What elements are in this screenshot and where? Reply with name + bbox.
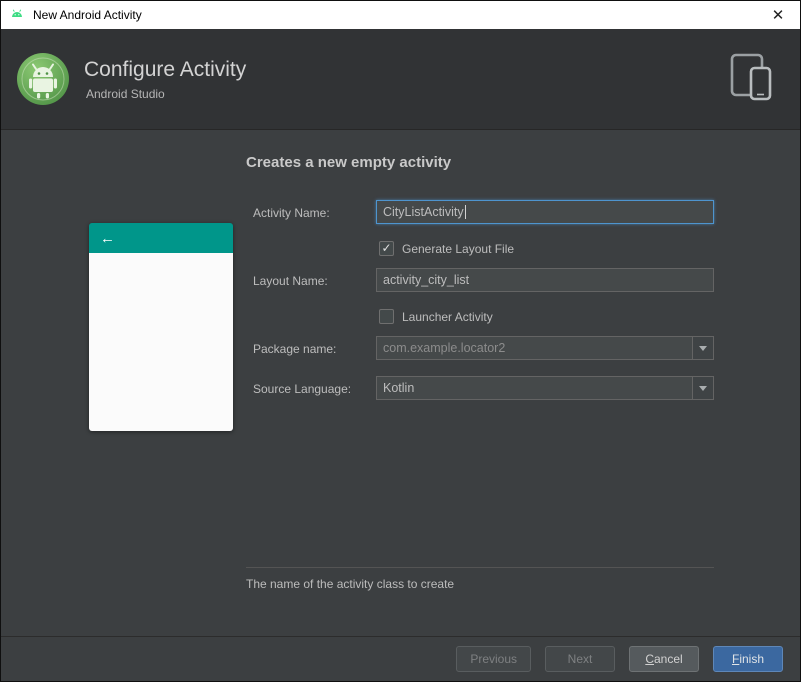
finish-button[interactable]: Finish	[713, 646, 783, 672]
preview-body	[89, 253, 233, 431]
window-titlebar: New Android Activity ✕	[1, 1, 800, 29]
checkmark-icon: ✓	[381, 241, 392, 255]
wizard-header-text: Configure Activity Android Studio	[84, 58, 246, 101]
package-name-label: Package name:	[253, 342, 337, 356]
preview-appbar: ←	[89, 223, 233, 253]
finish-label-rest: inish	[739, 652, 765, 666]
activity-name-input[interactable]: CityListActivity	[376, 200, 714, 224]
close-icon[interactable]: ✕	[766, 6, 790, 24]
previous-button[interactable]: Previous	[456, 646, 531, 672]
android-studio-logo	[15, 51, 71, 107]
cancel-label-rest: ancel	[653, 652, 683, 666]
activity-name-label: Activity Name:	[253, 206, 330, 220]
cancel-mnemonic: C	[645, 652, 654, 666]
back-arrow-icon: ←	[100, 229, 115, 247]
layout-name-input[interactable]: activity_city_list	[376, 268, 714, 292]
activity-preview-thumbnail: ←	[89, 223, 233, 431]
source-language-label: Source Language:	[253, 382, 352, 396]
wizard-title: Configure Activity	[84, 57, 247, 81]
layout-name-label: Layout Name:	[253, 274, 328, 288]
window-title: New Android Activity	[33, 8, 142, 22]
source-language-value: Kotlin	[383, 381, 415, 395]
hint-divider	[246, 567, 714, 568]
phone-tablet-icon	[728, 51, 776, 108]
dialog-button-bar: Previous Next Cancel Finish	[1, 636, 800, 681]
cancel-button[interactable]: Cancel	[629, 646, 699, 672]
source-language-combobox[interactable]: Kotlin	[376, 376, 714, 400]
wizard-header-banner: Configure Activity Android Studio	[1, 29, 800, 130]
wizard-subtitle: Android Studio	[86, 86, 165, 101]
generate-layout-checkbox[interactable]: ✓	[379, 241, 394, 256]
layout-name-value: activity_city_list	[383, 273, 470, 287]
chevron-down-icon	[699, 385, 707, 391]
package-name-value: com.example.locator2	[383, 341, 506, 355]
new-android-activity-dialog: New Android Activity ✕ Configure Activit…	[0, 0, 801, 682]
wizard-content: Creates a new empty activity ← Activity …	[1, 130, 800, 636]
text-caret	[464, 205, 466, 219]
field-hint: The name of the activity class to create	[246, 577, 455, 591]
launcher-activity-label[interactable]: Launcher Activity	[402, 310, 493, 324]
next-button[interactable]: Next	[545, 646, 615, 672]
step-heading: Creates a new empty activity	[246, 154, 452, 171]
generate-layout-label[interactable]: Generate Layout File	[402, 242, 514, 256]
package-name-combobox[interactable]: com.example.locator2	[376, 336, 714, 360]
launcher-activity-checkbox[interactable]	[379, 309, 394, 324]
finish-mnemonic: F	[731, 652, 740, 666]
package-name-dropdown-button[interactable]	[692, 337, 713, 359]
activity-name-value: CityListActivity	[383, 205, 464, 219]
chevron-down-icon	[699, 345, 707, 351]
source-language-dropdown-button[interactable]	[692, 377, 713, 399]
android-icon	[9, 7, 26, 24]
